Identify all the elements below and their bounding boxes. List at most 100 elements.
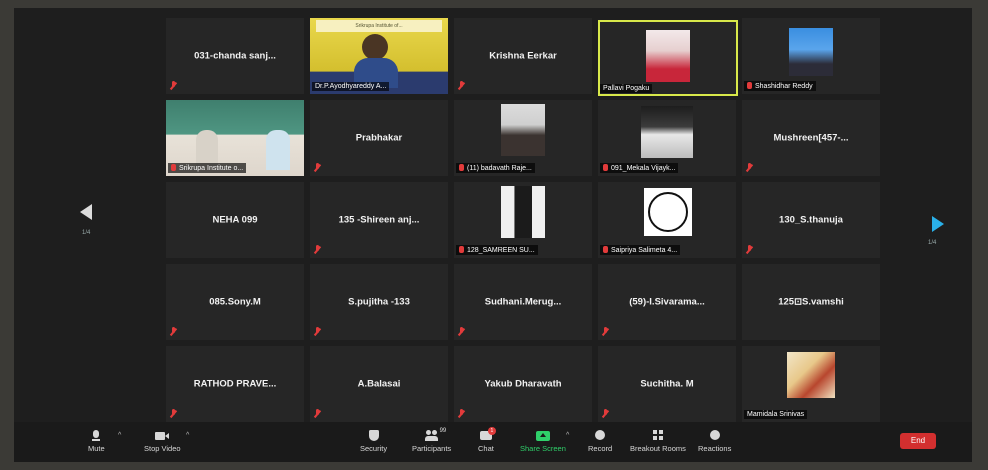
participant-name: 031-chanda sanj... bbox=[194, 50, 276, 62]
participant-label: Saipriya Salimeta 4... bbox=[600, 245, 681, 255]
participant-tile[interactable]: 091_Mekala Vijayk... bbox=[598, 100, 736, 176]
participant-name: S.pujitha -133 bbox=[348, 296, 410, 308]
participant-name: Krishna Eerkar bbox=[489, 50, 557, 62]
participant-tile[interactable]: 130_S.thanuja bbox=[742, 182, 880, 258]
previous-page-arrow[interactable] bbox=[80, 204, 92, 220]
muted-mic-icon bbox=[459, 164, 464, 171]
participant-name: Yakub Dharavath bbox=[484, 378, 562, 390]
participant-photo bbox=[787, 352, 835, 398]
video-options-chevron-icon[interactable]: ^ bbox=[186, 432, 189, 439]
participant-tile[interactable]: 125⊡S.vamshi bbox=[742, 264, 880, 340]
participant-tile[interactable]: Saipriya Salimeta 4... bbox=[598, 182, 736, 258]
muted-mic-icon bbox=[603, 246, 608, 253]
zoom-window: 1/4 1/4 031-chanda sanj... Srikrupa Inst… bbox=[14, 8, 972, 462]
logo-circle bbox=[648, 192, 688, 232]
participant-tile[interactable]: Shashidhar Reddy bbox=[742, 18, 880, 94]
stop-video-label: Stop Video bbox=[144, 444, 181, 453]
participant-name: (59)-I.Sivarama... bbox=[629, 296, 705, 308]
muted-mic-icon bbox=[602, 327, 609, 336]
muted-mic-icon bbox=[747, 82, 752, 89]
participant-tile[interactable]: (11) badavath Raje... bbox=[454, 100, 592, 176]
smiley-icon bbox=[708, 430, 722, 441]
participant-label: Pallavi Pogaku bbox=[600, 84, 653, 93]
muted-mic-icon bbox=[459, 246, 464, 253]
participant-tile[interactable]: Krishna Eerkar bbox=[454, 18, 592, 94]
participant-tile[interactable]: Yakub Dharavath bbox=[454, 346, 592, 422]
participant-name: NEHA 099 bbox=[212, 214, 258, 226]
chat-bubble-icon: 1 bbox=[479, 427, 496, 441]
muted-mic-icon bbox=[171, 164, 176, 171]
participants-icon: 99 bbox=[424, 428, 446, 441]
participant-tile[interactable]: 135 -Shireen anj... bbox=[310, 182, 448, 258]
participant-tile[interactable]: Suchitha. M bbox=[598, 346, 736, 422]
muted-mic-icon bbox=[746, 163, 753, 172]
participants-count: 99 bbox=[439, 428, 447, 434]
muted-mic-icon bbox=[602, 409, 609, 418]
participant-tile[interactable]: RATHOD PRAVE... bbox=[166, 346, 304, 422]
next-page-arrow[interactable] bbox=[932, 216, 944, 232]
participant-tile[interactable]: Srikrupa Institute of... Dr.P.Ayodhyared… bbox=[310, 18, 448, 94]
microphone-icon bbox=[89, 430, 103, 441]
participant-photo bbox=[501, 186, 545, 238]
muted-mic-icon bbox=[458, 327, 465, 336]
speaker-figure bbox=[362, 34, 388, 60]
institute-banner: Srikrupa Institute of... bbox=[316, 20, 442, 32]
participant-photo bbox=[641, 106, 693, 158]
chat-button[interactable]: 1 Chat bbox=[478, 427, 496, 453]
share-screen-label: Share Screen bbox=[520, 444, 566, 453]
person-left bbox=[196, 130, 218, 166]
participant-tile[interactable]: Mushreen[457-... bbox=[742, 100, 880, 176]
participant-tile[interactable]: Prabhakar bbox=[310, 100, 448, 176]
muted-mic-icon bbox=[170, 81, 177, 90]
share-screen-icon bbox=[535, 430, 550, 441]
stop-video-button[interactable]: Stop Video bbox=[144, 430, 181, 453]
participant-photo bbox=[501, 104, 545, 156]
mute-button[interactable]: Mute bbox=[88, 430, 105, 453]
share-options-chevron-icon[interactable]: ^ bbox=[566, 432, 569, 439]
chat-badge: 1 bbox=[487, 427, 496, 435]
participant-label: Dr.P.Ayodhyareddy A... bbox=[312, 82, 390, 91]
participant-tile[interactable]: 128_SAMREEN SU... bbox=[454, 182, 592, 258]
person-right bbox=[266, 130, 290, 170]
participant-tile[interactable]: NEHA 099 bbox=[166, 182, 304, 258]
record-button[interactable]: Record bbox=[588, 430, 612, 453]
participant-tile[interactable]: Srikrupa Institute o... bbox=[166, 100, 304, 176]
participant-tile[interactable]: 031-chanda sanj... bbox=[166, 18, 304, 94]
mute-options-chevron-icon[interactable]: ^ bbox=[118, 432, 121, 439]
participant-tile[interactable]: 085.Sony.M bbox=[166, 264, 304, 340]
participant-tile[interactable]: Mamidala Srinivas bbox=[742, 346, 880, 422]
page-indicator-left: 1/4 bbox=[82, 230, 91, 236]
participant-tile-active-speaker[interactable]: Pallavi Pogaku bbox=[598, 20, 738, 96]
participant-name: 130_S.thanuja bbox=[779, 214, 843, 226]
muted-mic-icon bbox=[314, 245, 321, 254]
breakout-rooms-button[interactable]: Breakout Rooms bbox=[630, 430, 686, 453]
record-icon bbox=[593, 430, 607, 441]
muted-mic-icon bbox=[458, 81, 465, 90]
participant-label: 091_Mekala Vijayk... bbox=[600, 163, 679, 173]
end-meeting-button[interactable]: End bbox=[900, 433, 936, 449]
muted-mic-icon bbox=[603, 164, 608, 171]
participant-name: Prabhakar bbox=[355, 132, 403, 144]
participant-name: Suchitha. M bbox=[640, 378, 694, 390]
security-label: Security bbox=[360, 444, 388, 453]
participant-tile[interactable]: Sudhani.Merug... bbox=[454, 264, 592, 340]
participant-label: Shashidhar Reddy bbox=[744, 81, 816, 91]
share-screen-button[interactable]: Share Screen bbox=[520, 430, 566, 453]
participant-photo bbox=[789, 28, 833, 76]
reactions-button[interactable]: Reactions bbox=[698, 430, 731, 453]
video-camera-icon bbox=[155, 430, 170, 441]
muted-mic-icon bbox=[314, 163, 321, 172]
record-label: Record bbox=[588, 444, 613, 453]
security-button[interactable]: Security bbox=[360, 430, 387, 453]
mute-label: Mute bbox=[88, 444, 105, 453]
participant-label: Srikrupa Institute o... bbox=[168, 163, 247, 173]
participants-button[interactable]: 99 Participants bbox=[412, 428, 451, 453]
participant-tile[interactable]: A.Balasai bbox=[310, 346, 448, 422]
participant-name: Sudhani.Merug... bbox=[484, 296, 562, 308]
participant-tile[interactable]: S.pujitha -133 bbox=[310, 264, 448, 340]
participant-label: Mamidala Srinivas bbox=[744, 410, 808, 419]
participant-tile[interactable]: (59)-I.Sivarama... bbox=[598, 264, 736, 340]
muted-mic-icon bbox=[314, 409, 321, 418]
muted-mic-icon bbox=[170, 327, 177, 336]
muted-mic-icon bbox=[746, 245, 753, 254]
